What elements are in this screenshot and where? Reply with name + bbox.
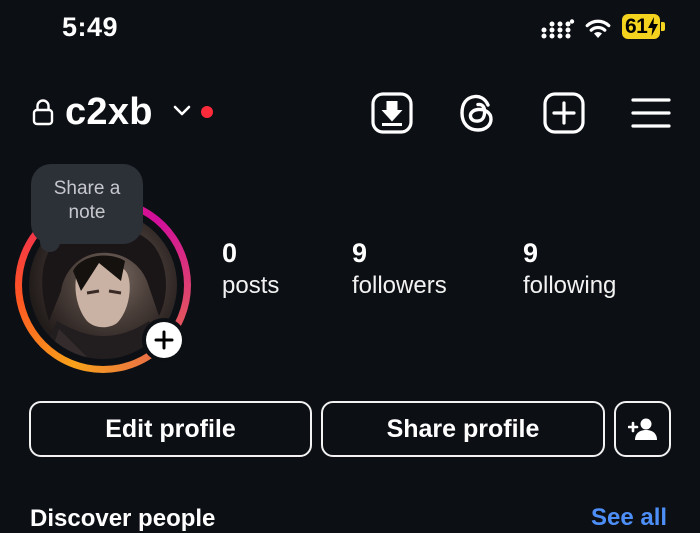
menu-icon[interactable] — [630, 92, 672, 134]
see-all-link[interactable]: See all — [591, 504, 667, 532]
discover-people-title: Discover people — [30, 505, 216, 532]
discover-people-toggle-button[interactable] — [614, 401, 671, 457]
share-note-bubble[interactable]: Share a note — [31, 164, 143, 244]
chevron-down-icon[interactable] — [172, 104, 192, 118]
following-count[interactable]: 9 — [523, 238, 538, 269]
battery-percentage: 61 — [625, 15, 648, 38]
followers-label[interactable]: followers — [352, 272, 447, 300]
cellular-signal-icon — [541, 19, 575, 39]
wifi-icon — [585, 19, 611, 38]
add-story-button[interactable] — [142, 318, 186, 362]
posts-label[interactable]: posts — [222, 272, 279, 300]
create-icon[interactable] — [543, 92, 585, 134]
note-text-line1: Share a — [53, 178, 121, 199]
plus-icon — [154, 330, 174, 350]
following-label[interactable]: following — [523, 272, 616, 300]
status-time: 5:49 — [62, 12, 119, 42]
lock-icon — [32, 99, 54, 126]
posts-count[interactable]: 0 — [222, 238, 237, 269]
threads-icon[interactable] — [457, 92, 499, 134]
notification-dot — [201, 106, 213, 118]
account-username[interactable]: c2xb — [65, 91, 153, 134]
battery-indicator: 61 — [622, 14, 666, 40]
followers-count[interactable]: 9 — [352, 238, 367, 269]
share-profile-button[interactable]: Share profile — [321, 401, 605, 457]
note-text-line2: note — [68, 202, 106, 223]
share-profile-label: Share profile — [386, 414, 540, 443]
download-icon[interactable] — [371, 92, 413, 134]
add-person-icon — [627, 418, 657, 440]
charging-bolt-icon — [648, 17, 658, 36]
edit-profile-button[interactable]: Edit profile — [29, 401, 312, 457]
edit-profile-label: Edit profile — [105, 414, 236, 443]
